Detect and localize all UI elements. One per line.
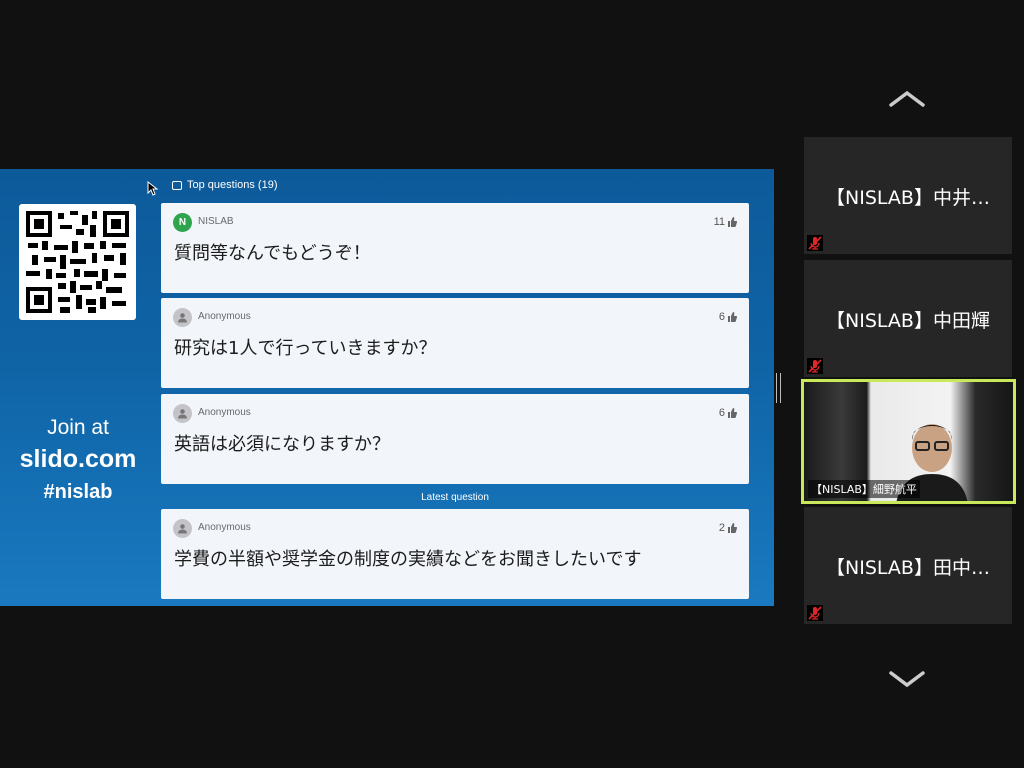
participant-name: 【NISLAB】中井… — [826, 187, 990, 209]
panel-resize-handle[interactable] — [776, 373, 781, 403]
anonymous-avatar-icon — [173, 308, 192, 327]
thumbs-up-icon — [728, 523, 737, 533]
thumbs-up-icon — [728, 312, 737, 322]
chevron-up-icon[interactable] — [888, 88, 926, 110]
like-count-value: 6 — [718, 311, 725, 323]
mic-muted-icon — [807, 358, 823, 374]
avatar-letter: N — [178, 217, 187, 228]
like-count: 11 — [714, 216, 737, 228]
like-count-value: 6 — [718, 407, 725, 419]
question-author: Anonymous — [198, 407, 251, 418]
questions-icon — [172, 180, 182, 190]
top-questions-label: Top questions (19) — [187, 179, 278, 191]
anonymous-avatar-icon — [173, 404, 192, 423]
like-count: 6 — [719, 311, 737, 323]
question-text: 学費の半額や奨学金の制度の実績などをお聞きしたいです — [174, 549, 642, 570]
question-card: Anonymous 6 研究は1人で行っていきますか？ — [161, 298, 749, 388]
like-count-value: 11 — [713, 216, 725, 228]
anonymous-avatar-icon — [173, 519, 192, 538]
like-count: 2 — [719, 522, 737, 534]
participant-tile[interactable]: 【NISLAB】中井… — [804, 137, 1012, 254]
participant-name: 【NISLAB】田中… — [826, 557, 990, 579]
question-text: 英語は必須になりますか？ — [174, 434, 390, 455]
thumbs-up-icon — [728, 408, 737, 418]
participant-name: 【NISLAB】中田輝 — [826, 310, 990, 332]
question-author: Anonymous — [198, 311, 251, 322]
question-text: 研究は1人で行っていきますか？ — [174, 338, 437, 359]
qr-code — [19, 204, 136, 320]
top-questions-header: Top questions (19) — [172, 179, 278, 191]
active-speaker-tile[interactable]: 【NISLAB】細野航平 — [801, 379, 1016, 504]
question-card: N NISLAB 11 質問等なんでもどうぞ！ — [161, 203, 749, 293]
participant-tile[interactable]: 【NISLAB】中田輝 — [804, 260, 1012, 377]
mic-muted-icon — [807, 605, 823, 621]
event-code: #nislab — [43, 481, 113, 503]
chevron-down-icon[interactable] — [888, 668, 926, 690]
like-count-value: 2 — [718, 522, 725, 534]
latest-question-label: Latest question — [421, 492, 489, 503]
participant-name: 【NISLAB】細野航平 — [808, 480, 920, 498]
mouse-cursor-icon — [147, 181, 158, 196]
question-text: 質問等なんでもどうぞ！ — [174, 243, 371, 264]
like-count: 6 — [719, 407, 737, 419]
question-author: Anonymous — [198, 522, 251, 533]
join-url: slido.com — [19, 445, 137, 473]
question-author: NISLAB — [198, 216, 234, 227]
question-card: Anonymous 6 英語は必須になりますか？ — [161, 394, 749, 484]
meeting-window: Join at slido.com #nislab Top questions … — [0, 0, 1024, 768]
thumbs-up-icon — [728, 217, 737, 227]
avatar: N — [173, 213, 192, 232]
participant-tile[interactable]: 【NISLAB】田中… — [804, 507, 1012, 624]
join-info: Join at slido.com #nislab — [0, 415, 156, 507]
mic-muted-icon — [807, 235, 823, 251]
latest-question-card: Anonymous 2 学費の半額や奨学金の制度の実績などをお聞きしたいです — [161, 509, 749, 599]
join-label: Join at — [47, 416, 109, 439]
